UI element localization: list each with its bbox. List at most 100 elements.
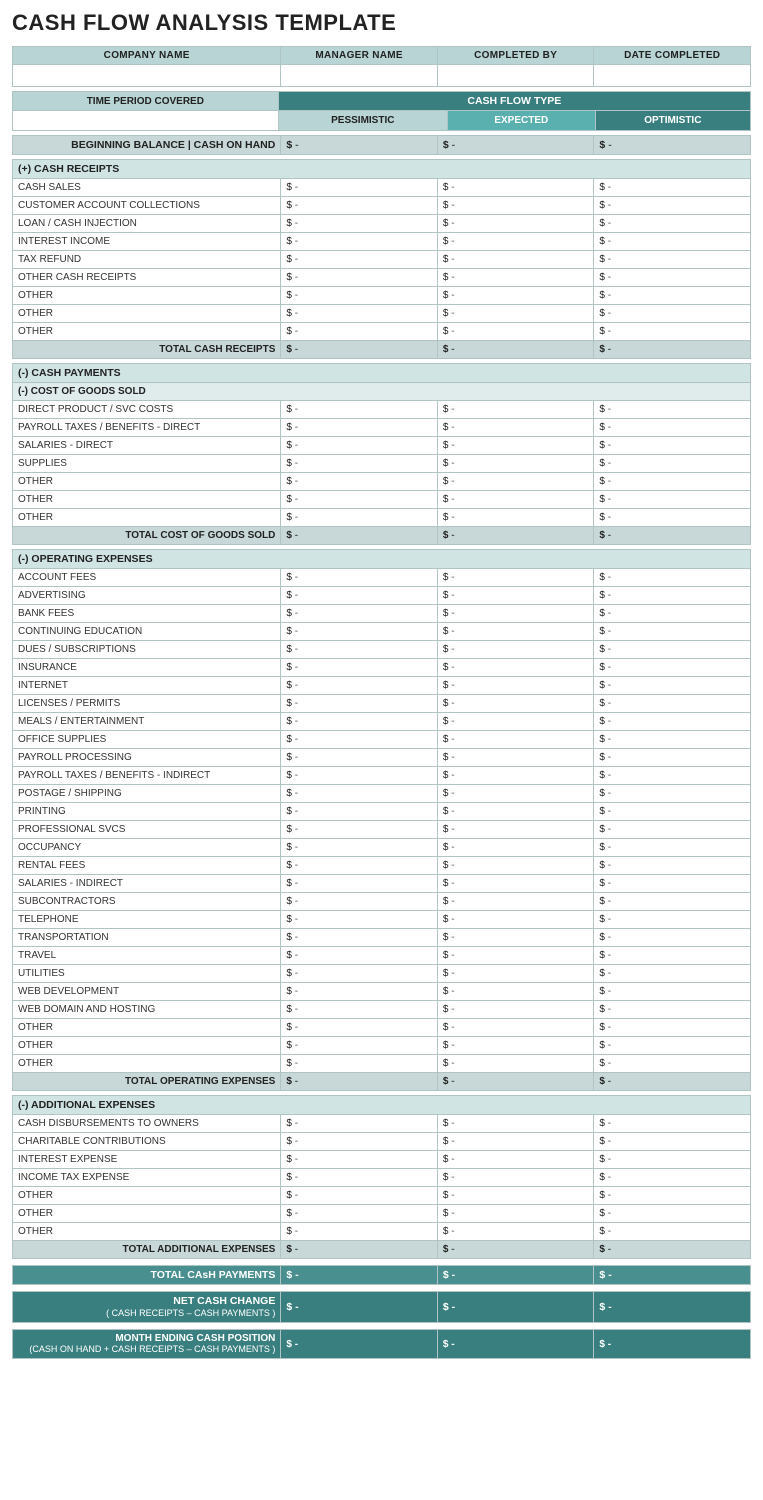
month-ending-expected[interactable]: $ - <box>437 1330 594 1359</box>
month-ending-optimistic[interactable]: $ - <box>594 1330 751 1359</box>
total-cash-payments-optimistic[interactable]: $ - <box>594 1266 751 1285</box>
total-cash-receipts-optimistic[interactable]: $ - <box>594 341 751 359</box>
table-row: TRAVEL$ -$ -$ - <box>13 947 751 965</box>
table-row: LOAN / CASH INJECTION $ - $ - $ - <box>13 215 751 233</box>
cash-payments-header: (-) CASH PAYMENTS <box>13 364 751 383</box>
table-row: MEALS / ENTERTAINMENT$ -$ -$ - <box>13 713 751 731</box>
total-cogs-expected[interactable]: $ - <box>437 527 594 545</box>
table-row: CHARITABLE CONTRIBUTIONS$ -$ -$ - <box>13 1133 751 1151</box>
total-cash-payments-pessimistic[interactable]: $ - <box>281 1266 438 1285</box>
table-row: ADVERTISING$ -$ -$ - <box>13 587 751 605</box>
table-row: LICENSES / PERMITS$ -$ -$ - <box>13 695 751 713</box>
total-opex-expected[interactable]: $ - <box>437 1073 594 1091</box>
table-row: OTHER $ - $ - $ - <box>13 323 751 341</box>
table-row: BANK FEES$ -$ -$ - <box>13 605 751 623</box>
cash-flow-type-label: CASH FLOW TYPE <box>278 92 750 111</box>
date-completed-input[interactable] <box>594 65 751 87</box>
beginning-balance-expected[interactable]: $ - <box>437 136 594 155</box>
table-row: PROFESSIONAL SVCS$ -$ -$ - <box>13 821 751 839</box>
col-completed-by: COMPLETED BY <box>437 47 594 65</box>
net-cash-pessimistic[interactable]: $ - <box>281 1292 438 1323</box>
col-date-completed: DATE COMPLETED <box>594 47 751 65</box>
table-row: OTHER $ - $ - $ - <box>13 473 751 491</box>
table-row: DIRECT PRODUCT / SVC COSTS $ - $ - $ - <box>13 401 751 419</box>
table-row: OTHER $ - $ - $ - <box>13 287 751 305</box>
total-opex-label: TOTAL OPERATING EXPENSES <box>13 1073 281 1091</box>
table-row: OTHER$ -$ -$ - <box>13 1019 751 1037</box>
table-row: OTHER$ -$ -$ - <box>13 1187 751 1205</box>
total-cash-payments-label: TOTAL CAsH PAYMENTS <box>13 1266 281 1285</box>
table-row: RENTAL FEES$ -$ -$ - <box>13 857 751 875</box>
table-row: OTHER $ - $ - $ - <box>13 491 751 509</box>
total-cash-receipts-label: TOTAL CASH RECEIPTS <box>13 341 281 359</box>
pessimistic-label: PESSIMISTIC <box>278 111 447 131</box>
table-row: PRINTING$ -$ -$ - <box>13 803 751 821</box>
expected-label: EXPECTED <box>447 111 595 131</box>
table-row: CONTINUING EDUCATION$ -$ -$ - <box>13 623 751 641</box>
table-row: OTHER CASH RECEIPTS $ - $ - $ - <box>13 269 751 287</box>
table-row: CUSTOMER ACCOUNT COLLECTIONS $ - $ - $ - <box>13 197 751 215</box>
additional-expenses-header: (-) ADDITIONAL EXPENSES <box>13 1096 751 1115</box>
table-row: WEB DOMAIN AND HOSTING$ -$ -$ - <box>13 1001 751 1019</box>
table-row: OTHER$ -$ -$ - <box>13 1055 751 1073</box>
table-row: PAYROLL TAXES / BENEFITS - DIRECT $ - $ … <box>13 419 751 437</box>
table-row: SUBCONTRACTORS$ -$ -$ - <box>13 893 751 911</box>
cash-receipts-header: (+) CASH RECEIPTS <box>13 160 751 179</box>
table-row: OTHER$ -$ -$ - <box>13 1223 751 1241</box>
table-row: CASH DISBURSEMENTS TO OWNERS$ -$ -$ - <box>13 1115 751 1133</box>
beginning-balance-label: BEGINNING BALANCE | CASH ON HAND <box>13 136 281 155</box>
company-name-input[interactable] <box>13 65 281 87</box>
col-company-name: COMPANY NAME <box>13 47 281 65</box>
table-row: INTERNET$ -$ -$ - <box>13 677 751 695</box>
total-opex-optimistic[interactable]: $ - <box>594 1073 751 1091</box>
total-additional-expected[interactable]: $ - <box>437 1241 594 1259</box>
total-cogs-pessimistic[interactable]: $ - <box>281 527 438 545</box>
total-opex-pessimistic[interactable]: $ - <box>281 1073 438 1091</box>
total-additional-label: TOTAL ADDITIONAL EXPENSES <box>13 1241 281 1259</box>
table-row: CASH SALES $ - $ - $ - <box>13 179 751 197</box>
optimistic-label: OPTIMISTIC <box>595 111 750 131</box>
table-row: PAYROLL PROCESSING$ -$ -$ - <box>13 749 751 767</box>
table-row: OTHER$ -$ -$ - <box>13 1037 751 1055</box>
table-row: INTEREST INCOME $ - $ - $ - <box>13 233 751 251</box>
table-row: TRANSPORTATION$ -$ -$ - <box>13 929 751 947</box>
total-cash-receipts-expected[interactable]: $ - <box>437 341 594 359</box>
total-cash-receipts-pessimistic[interactable]: $ - <box>281 341 438 359</box>
table-row: SALARIES - INDIRECT$ -$ -$ - <box>13 875 751 893</box>
beginning-balance-pessimistic[interactable]: $ - <box>281 136 438 155</box>
cost-of-goods-header: (-) COST OF GOODS SOLD <box>13 383 751 401</box>
table-row: INCOME TAX EXPENSE$ -$ -$ - <box>13 1169 751 1187</box>
table-row: INSURANCE$ -$ -$ - <box>13 659 751 677</box>
total-cash-payments-expected[interactable]: $ - <box>437 1266 594 1285</box>
table-row: INTEREST EXPENSE$ -$ -$ - <box>13 1151 751 1169</box>
month-ending-label: MONTH ENDING CASH POSITION (CASH ON HAND… <box>13 1330 281 1359</box>
table-row: OTHER $ - $ - $ - <box>13 509 751 527</box>
table-row: TELEPHONE$ -$ -$ - <box>13 911 751 929</box>
table-row: OCCUPANCY$ -$ -$ - <box>13 839 751 857</box>
table-row: OTHER $ - $ - $ - <box>13 305 751 323</box>
table-row: OFFICE SUPPLIES$ -$ -$ - <box>13 731 751 749</box>
page-title: CASH FLOW ANALYSIS TEMPLATE <box>12 10 751 36</box>
net-cash-change-label: NET CASH CHANGE ( CASH RECEIPTS – CASH P… <box>13 1292 281 1323</box>
total-cogs-optimistic[interactable]: $ - <box>594 527 751 545</box>
table-row: ACCOUNT FEES$ -$ -$ - <box>13 569 751 587</box>
completed-by-input[interactable] <box>437 65 594 87</box>
table-row: UTILITIES$ -$ -$ - <box>13 965 751 983</box>
table-row: DUES / SUBSCRIPTIONS$ -$ -$ - <box>13 641 751 659</box>
total-additional-pessimistic[interactable]: $ - <box>281 1241 438 1259</box>
total-additional-optimistic[interactable]: $ - <box>594 1241 751 1259</box>
manager-name-input[interactable] <box>281 65 438 87</box>
table-row: OTHER$ -$ -$ - <box>13 1205 751 1223</box>
time-period-label: TIME PERIOD COVERED <box>13 92 279 111</box>
col-manager-name: MANAGER NAME <box>281 47 438 65</box>
table-row: POSTAGE / SHIPPING$ -$ -$ - <box>13 785 751 803</box>
table-row: SALARIES - DIRECT $ - $ - $ - <box>13 437 751 455</box>
total-cogs-label: TOTAL COST OF GOODS SOLD <box>13 527 281 545</box>
table-row: PAYROLL TAXES / BENEFITS - INDIRECT$ -$ … <box>13 767 751 785</box>
beginning-balance-optimistic[interactable]: $ - <box>594 136 751 155</box>
time-period-input[interactable] <box>13 111 279 131</box>
net-cash-expected[interactable]: $ - <box>437 1292 594 1323</box>
table-row: TAX REFUND $ - $ - $ - <box>13 251 751 269</box>
net-cash-optimistic[interactable]: $ - <box>594 1292 751 1323</box>
month-ending-pessimistic[interactable]: $ - <box>281 1330 438 1359</box>
